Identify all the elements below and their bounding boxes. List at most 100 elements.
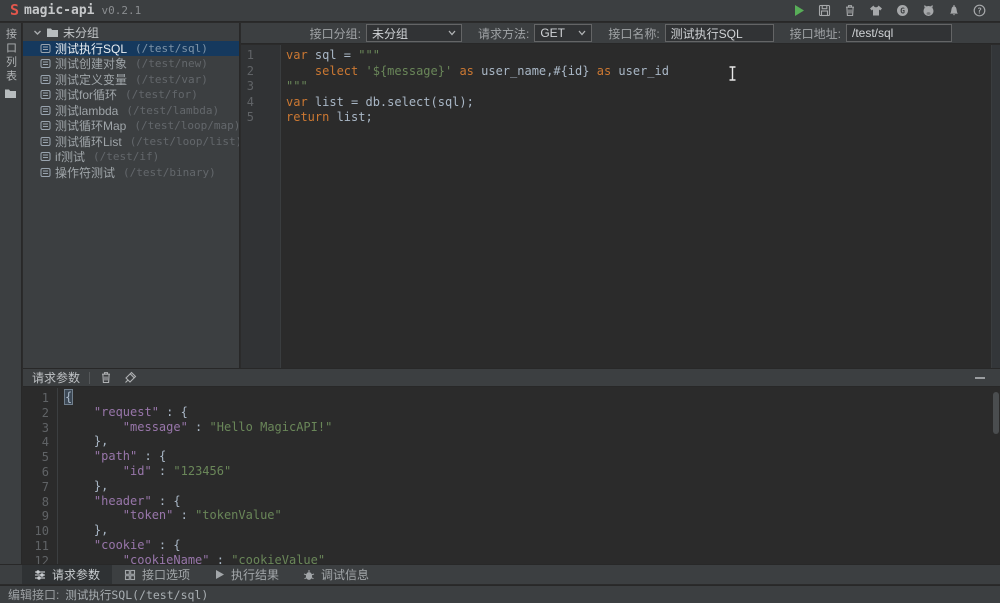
tab-play[interactable]: 执行结果 bbox=[202, 565, 291, 584]
tree-item---test-binary-[interactable]: 操作符测试 (/test/binary) bbox=[23, 165, 239, 181]
app-version: v0.2.1 bbox=[101, 4, 141, 17]
minimize-panel-icon[interactable] bbox=[974, 372, 986, 384]
line-number: 4 bbox=[241, 95, 280, 111]
line-number: 2 bbox=[241, 64, 280, 80]
header-toolbar: G ? bbox=[793, 4, 990, 17]
api-name-label: 接口名称: bbox=[608, 25, 659, 42]
tree-item-path: (/test/loop/map) bbox=[134, 119, 240, 132]
tree-item---test-loop-list-[interactable]: 测试循环List (/test/loop/list) bbox=[23, 134, 239, 150]
editor-code-area[interactable]: var sql = """ select '${message}' as use… bbox=[281, 45, 1000, 368]
code-line: "token" : "tokenValue" bbox=[65, 508, 1000, 523]
save-icon[interactable] bbox=[818, 4, 831, 17]
clear-params-trash-icon[interactable] bbox=[100, 371, 112, 384]
api-path-input[interactable] bbox=[846, 24, 952, 42]
request-editor-scrollbar-thumb[interactable] bbox=[993, 392, 999, 434]
chevron-down-icon bbox=[578, 30, 586, 36]
request-params-editor: 123456789101112 { "request" : { "message… bbox=[23, 388, 1000, 564]
tree-item-name: 测试循环List bbox=[55, 133, 122, 150]
chevron-down-icon bbox=[33, 28, 42, 37]
tree-group-label: 未分组 bbox=[63, 24, 99, 41]
tree-group-row[interactable]: 未分组 bbox=[23, 25, 239, 41]
tree-item-name: if测试 bbox=[55, 148, 85, 165]
tree-item-path: (/test/sql) bbox=[135, 42, 208, 55]
code-line: "path" : { bbox=[65, 449, 1000, 464]
code-line: "request" : { bbox=[65, 405, 1000, 420]
api-tree-panel: 未分组 测试执行SQL(/test/sql)测试创建对象(/test/new)测… bbox=[23, 23, 240, 368]
tab-grid[interactable]: 接口选项 bbox=[112, 565, 202, 584]
github-icon[interactable] bbox=[922, 4, 935, 17]
line-number: 5 bbox=[241, 110, 280, 126]
tree-item-name: 操作符测试 bbox=[55, 164, 115, 181]
api-item-icon bbox=[40, 120, 51, 131]
api-item-icon bbox=[40, 167, 51, 178]
group-select-value: 未分组 bbox=[372, 25, 408, 42]
line-number: 6 bbox=[23, 465, 57, 480]
api-name-input[interactable] bbox=[665, 24, 774, 42]
method-select-value: GET bbox=[540, 26, 565, 40]
script-editor: 12345 var sql = """ select '${message}' … bbox=[241, 45, 1000, 368]
notifications-bell-icon[interactable] bbox=[948, 4, 960, 17]
chevron-down-icon bbox=[448, 30, 456, 36]
line-number: 1 bbox=[241, 48, 280, 64]
tree-item-path: (/test/lambda) bbox=[126, 104, 219, 117]
code-line: select '${message}' as user_name,#{id} a… bbox=[286, 64, 1000, 80]
tab-params[interactable]: 请求参数 bbox=[22, 565, 112, 584]
tree-item---test-loop-map-[interactable]: 测试循环Map(/test/loop/map) bbox=[23, 118, 239, 134]
method-select[interactable]: GET bbox=[534, 24, 592, 42]
tree-item---test-lambda-[interactable]: 测试lambda (/test/lambda) bbox=[23, 103, 239, 119]
api-item-icon bbox=[40, 89, 51, 100]
api-list-vertical-tab[interactable]: 接口列表 bbox=[3, 28, 19, 84]
tree-item---test-for-[interactable]: 测试for循环 (/test/for) bbox=[23, 87, 239, 103]
gitee-icon[interactable]: G bbox=[896, 4, 909, 17]
run-icon[interactable] bbox=[793, 4, 805, 17]
line-number: 11 bbox=[23, 539, 57, 554]
tree-item-path: (/test/binary) bbox=[123, 166, 216, 179]
delete-icon[interactable] bbox=[844, 4, 856, 17]
editor-gutter: 12345 bbox=[241, 45, 281, 368]
tab-label: 接口选项 bbox=[142, 566, 190, 583]
format-brush-icon[interactable] bbox=[124, 371, 137, 384]
tree-item---test-if-[interactable]: if测试 (/test/if) bbox=[23, 149, 239, 165]
params-icon bbox=[34, 569, 46, 581]
theme-shirt-icon[interactable] bbox=[869, 4, 883, 17]
line-number: 5 bbox=[23, 450, 57, 465]
editor-scrollbar[interactable] bbox=[991, 45, 1000, 368]
api-item-icon bbox=[40, 136, 51, 147]
line-number: 9 bbox=[23, 509, 57, 524]
tree-item-name: 测试创建对象 bbox=[55, 55, 127, 72]
folder-icon bbox=[46, 27, 59, 38]
group-select[interactable]: 未分组 bbox=[366, 24, 462, 42]
tree-item---test-new-[interactable]: 测试创建对象 (/test/new) bbox=[23, 56, 239, 72]
tree-item---test-var-[interactable]: 测试定义变量(/test/var) bbox=[23, 72, 239, 88]
tree-item-path: (/test/new) bbox=[135, 57, 208, 70]
api-item-icon bbox=[40, 58, 51, 69]
api-item-icon bbox=[40, 43, 51, 54]
tool-window-strip: 接口列表 bbox=[0, 23, 22, 564]
code-line: }, bbox=[65, 434, 1000, 449]
tree-item-path: (/test/for) bbox=[125, 88, 198, 101]
api-toolbar: 接口分组: 未分组 请求方法: GET 接口名称: 接口地址: bbox=[241, 23, 1000, 44]
line-number: 2 bbox=[23, 406, 57, 421]
code-line: }, bbox=[65, 523, 1000, 538]
magic-api-window: S magic-api v0.2.1 G ? 接口列表 未分组 测试执行SQL (… bbox=[0, 0, 1000, 603]
tree-item-path: (/test/var) bbox=[135, 73, 208, 86]
code-line: var list = db.select(sql); bbox=[286, 95, 1000, 111]
tree-item-name: 测试for循环 bbox=[55, 86, 117, 103]
line-number: 8 bbox=[23, 495, 57, 510]
bug-icon bbox=[303, 569, 315, 581]
tab-bug[interactable]: 调试信息 bbox=[291, 565, 381, 584]
title-bar: S magic-api v0.2.1 G ? bbox=[0, 0, 1000, 22]
tree-item-path: (/test/loop/list) bbox=[130, 135, 240, 148]
tree-item---test-sql-[interactable]: 测试执行SQL (/test/sql) bbox=[23, 41, 239, 57]
code-line: "message" : "Hello MagicAPI!" bbox=[65, 420, 1000, 435]
grid-icon bbox=[124, 569, 136, 581]
line-number: 3 bbox=[23, 421, 57, 436]
request-editor-code-area[interactable]: { "request" : { "message" : "Hello Magic… bbox=[58, 388, 1000, 564]
help-icon[interactable]: ? bbox=[973, 4, 986, 17]
tree-item-path: (/test/if) bbox=[93, 150, 159, 163]
status-value: 测试执行SQL(/test/sql) bbox=[65, 587, 208, 603]
tree-item-name: 测试执行SQL bbox=[55, 40, 127, 57]
method-select-label: 请求方法: bbox=[478, 25, 529, 42]
api-item-icon bbox=[40, 105, 51, 116]
tree-item-name: 测试lambda bbox=[55, 102, 118, 119]
